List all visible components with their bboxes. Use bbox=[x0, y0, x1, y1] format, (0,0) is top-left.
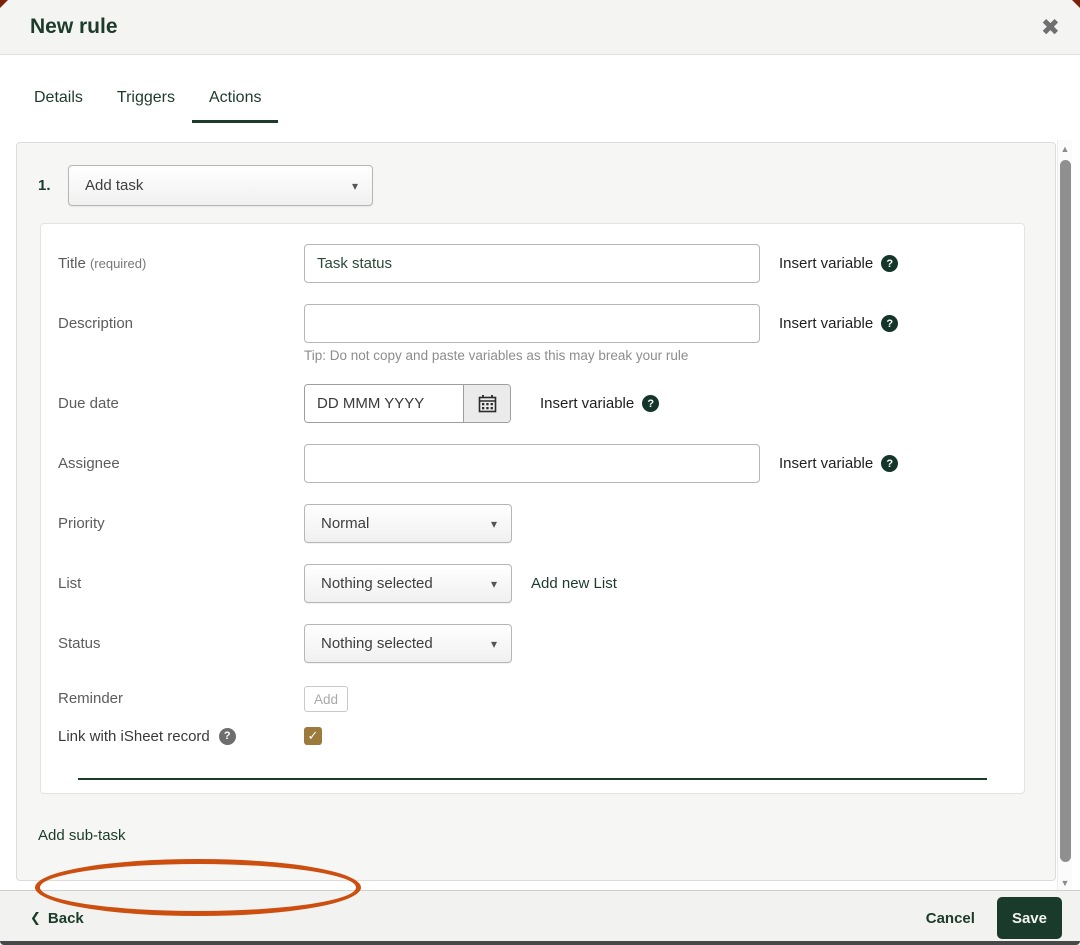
title-input[interactable] bbox=[304, 244, 760, 283]
due-date-group bbox=[304, 384, 511, 423]
list-select[interactable]: Nothing selected ▾ bbox=[304, 564, 512, 603]
vertical-scrollbar[interactable]: ▲ ▼ bbox=[1057, 140, 1072, 890]
insert-variable-link-description[interactable]: Insert variable ? bbox=[779, 304, 899, 343]
priority-select[interactable]: Normal ▾ bbox=[304, 504, 512, 543]
modal-bottom-edge bbox=[0, 941, 1080, 945]
reminder-label: Reminder bbox=[58, 690, 124, 707]
list-label: List bbox=[58, 575, 82, 592]
add-subtask-link[interactable]: Add sub-task bbox=[38, 827, 126, 844]
reminder-row: Reminder Add bbox=[58, 684, 1007, 714]
insert-variable-link-assignee[interactable]: Insert variable ? bbox=[779, 444, 899, 483]
insert-variable-link-due-date[interactable]: Insert variable ? bbox=[540, 384, 660, 423]
due-date-row: Due date DD MMM YYYY Insert variable ? bbox=[58, 384, 1007, 423]
assignee-input[interactable] bbox=[304, 444, 760, 483]
card-divider bbox=[78, 778, 987, 780]
chevron-down-icon: ▾ bbox=[351, 178, 358, 193]
help-icon[interactable]: ? bbox=[218, 727, 236, 745]
action-header-row: 1. Add task ▾ bbox=[38, 165, 1025, 206]
tab-actions[interactable]: Actions bbox=[192, 79, 279, 123]
list-row: List Nothing selected ▾ Add new List bbox=[58, 564, 1007, 603]
status-row: Status Nothing selected ▾ bbox=[58, 624, 1007, 663]
list-value: Nothing selected bbox=[321, 575, 433, 592]
description-label: Description bbox=[58, 315, 134, 332]
scroll-down-icon[interactable]: ▼ bbox=[1061, 876, 1070, 890]
close-icon[interactable]: ✖ bbox=[1041, 15, 1060, 39]
isheet-row: Link with iSheet record ? ✓ bbox=[58, 727, 1007, 745]
chevron-down-icon: ▾ bbox=[490, 516, 497, 531]
status-select[interactable]: Nothing selected ▾ bbox=[304, 624, 512, 663]
due-date-label: Due date bbox=[58, 395, 119, 412]
isheet-label: Link with iSheet record ? bbox=[58, 727, 304, 745]
back-button[interactable]: ❮ Back bbox=[30, 910, 926, 927]
tab-details[interactable]: Details bbox=[17, 79, 100, 123]
help-icon[interactable]: ? bbox=[881, 255, 899, 272]
help-icon[interactable]: ? bbox=[881, 315, 899, 332]
title-row: Title (required) Insert variable ? bbox=[58, 244, 1007, 283]
title-label: Title (required) bbox=[58, 255, 147, 272]
insert-variable-link-title[interactable]: Insert variable ? bbox=[779, 244, 899, 283]
back-chevron-icon: ❮ bbox=[30, 910, 41, 925]
annotation-corner-top-right bbox=[1072, 0, 1080, 8]
description-tip: Tip: Do not copy and paste variables as … bbox=[304, 348, 689, 363]
annotation-corner-top-left bbox=[0, 0, 8, 8]
modal-title: New rule bbox=[30, 15, 118, 38]
help-icon[interactable]: ? bbox=[642, 395, 660, 412]
isheet-checkbox[interactable]: ✓ bbox=[304, 727, 322, 745]
tab-bar: Details Triggers Actions bbox=[0, 55, 1080, 140]
scroll-up-icon[interactable]: ▲ bbox=[1061, 140, 1070, 158]
new-rule-modal: New rule ✖ Details Triggers Actions 1. A… bbox=[0, 0, 1080, 945]
action-panel: 1. Add task ▾ Title (required) Insert va… bbox=[16, 142, 1056, 881]
assignee-row: Assignee Insert variable ? bbox=[58, 444, 1007, 483]
status-value: Nothing selected bbox=[321, 635, 433, 652]
modal-footer: ❮ Back Cancel Save bbox=[0, 890, 1080, 945]
cancel-button[interactable]: Cancel bbox=[926, 910, 975, 927]
priority-label: Priority bbox=[58, 515, 105, 532]
scrollbar-thumb[interactable] bbox=[1059, 160, 1071, 862]
priority-row: Priority Normal ▾ bbox=[58, 504, 1007, 543]
help-icon[interactable]: ? bbox=[881, 455, 899, 472]
tab-content-scroll-area: 1. Add task ▾ Title (required) Insert va… bbox=[0, 140, 1080, 916]
calendar-icon bbox=[478, 395, 496, 413]
reminder-add-button[interactable]: Add bbox=[304, 686, 348, 712]
chevron-down-icon: ▾ bbox=[490, 636, 497, 651]
description-row: Description Tip: Do not copy and paste v… bbox=[58, 304, 1007, 363]
assignee-label: Assignee bbox=[58, 455, 120, 472]
action-type-value: Add task bbox=[85, 177, 144, 194]
check-icon: ✓ bbox=[307, 728, 319, 743]
priority-value: Normal bbox=[321, 515, 370, 532]
status-label: Status bbox=[58, 635, 101, 652]
chevron-down-icon: ▾ bbox=[490, 576, 497, 591]
tab-triggers[interactable]: Triggers bbox=[100, 79, 192, 123]
due-date-input[interactable] bbox=[305, 385, 463, 422]
add-new-list-link[interactable]: Add new List bbox=[531, 575, 617, 592]
task-form-card: Title (required) Insert variable ? Descr… bbox=[40, 223, 1025, 794]
action-type-select[interactable]: Add task ▾ bbox=[68, 165, 373, 206]
description-input[interactable] bbox=[304, 304, 760, 343]
modal-header: New rule ✖ bbox=[0, 0, 1080, 55]
calendar-button[interactable] bbox=[463, 385, 510, 422]
save-button[interactable]: Save bbox=[996, 897, 1062, 939]
action-index-label: 1. bbox=[38, 177, 51, 194]
